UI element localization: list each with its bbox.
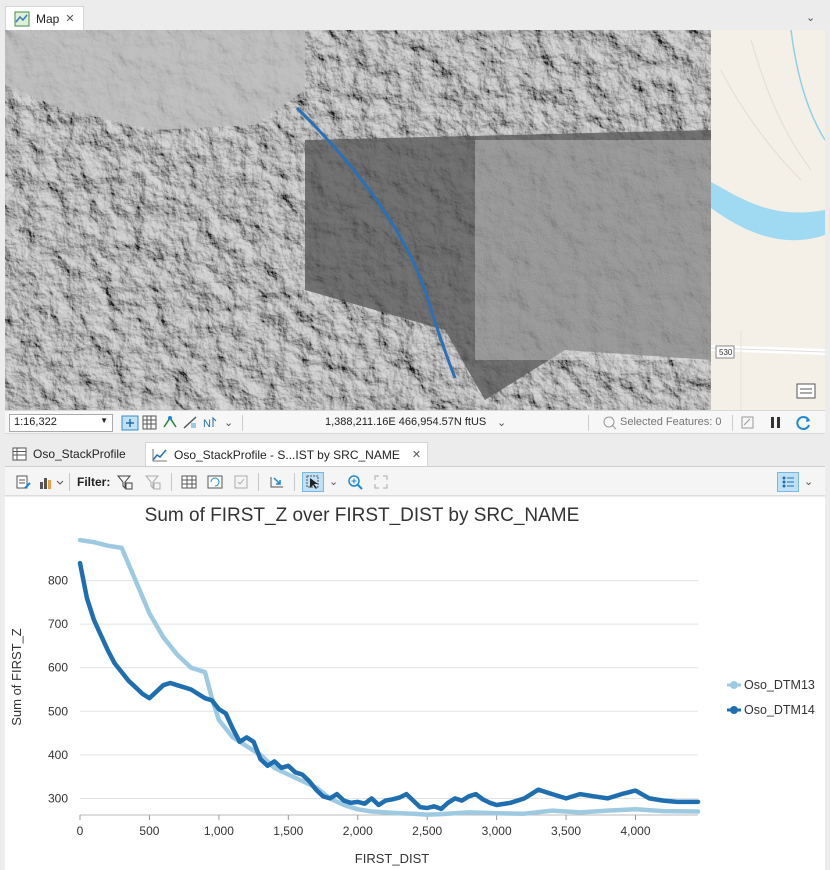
grid-icon[interactable] xyxy=(142,415,157,430)
y-tick-label: 500 xyxy=(48,704,68,718)
x-tick-label: 500 xyxy=(139,824,159,838)
chart-tab-bar: Oso_StackProfile Oso_StackProfile - S...… xyxy=(0,440,830,466)
map-view[interactable]: 530 xyxy=(5,30,825,410)
separator xyxy=(171,473,172,491)
switch-selection-icon[interactable] xyxy=(205,472,225,492)
separator xyxy=(294,473,295,491)
x-tick-label: 1,500 xyxy=(273,824,303,838)
y-tick-label: 700 xyxy=(48,617,68,631)
arcgis-window: Map ✕ ⌄ 530 1:16,322 ▼ N ⌄ 1,388,211.16E… xyxy=(0,0,830,870)
y-tick-label: 600 xyxy=(48,661,68,675)
x-tick-label: 2,500 xyxy=(412,824,442,838)
separator xyxy=(69,473,70,491)
scale-select[interactable]: 1:16,322 ▼ xyxy=(9,414,113,432)
north-arrow-icon[interactable]: N xyxy=(202,415,217,430)
chart-view[interactable]: Sum of FIRST_Z over FIRST_DIST by SRC_NA… xyxy=(5,497,825,870)
filter-by-selection-icon[interactable] xyxy=(143,472,163,492)
tab-map[interactable]: Map ✕ xyxy=(5,6,84,30)
fixed-zoom-in-icon[interactable] xyxy=(121,415,139,431)
chart-title: Sum of FIRST_Z over FIRST_DIST by SRC_NA… xyxy=(145,505,580,526)
road-shield-label: 530 xyxy=(719,348,733,357)
separator xyxy=(732,415,733,431)
legend-marker xyxy=(730,706,738,714)
tab-map-label: Map xyxy=(36,11,60,26)
svg-text:N: N xyxy=(203,418,211,430)
refresh-icon[interactable] xyxy=(795,415,810,430)
legend-marker xyxy=(730,681,738,689)
separator xyxy=(258,473,259,491)
y-tick-label: 800 xyxy=(48,574,68,588)
properties-icon[interactable] xyxy=(13,472,33,492)
chevron-down-icon[interactable]: ⌄ xyxy=(806,11,815,24)
constraints-icon[interactable] xyxy=(182,415,197,430)
y-axis-label: Sum of FIRST_Z xyxy=(9,628,24,726)
filter-by-extent-icon[interactable] xyxy=(115,472,135,492)
tab-chart-label: Oso_StackProfile - S...IST by SRC_NAME xyxy=(174,447,400,462)
map-tab-bar: Map ✕ ⌄ xyxy=(0,0,830,30)
x-axis-ticks: 0 500 1,000 1,500 2,000 2,500 3,000 3,500 4,000 xyxy=(77,815,651,838)
x-tick-label: 4,000 xyxy=(620,824,650,838)
x-axis-label: FIRST_DIST xyxy=(355,851,429,866)
series-line-oso_dtm13[interactable] xyxy=(77,537,701,817)
pause-icon[interactable] xyxy=(768,415,783,430)
line-chart-icon xyxy=(152,448,167,461)
select-tool-icon[interactable] xyxy=(302,472,324,492)
export-icon[interactable] xyxy=(267,472,287,492)
separator xyxy=(588,415,589,431)
selection-icon[interactable] xyxy=(602,415,617,430)
basemap-panel: 530 xyxy=(710,30,825,410)
tab-attribute-table[interactable]: Oso_StackProfile xyxy=(6,442,132,466)
map-status-bar: 1:16,322 ▼ N ⌄ 1,388,211.16E 466,954.57N… xyxy=(5,410,825,434)
map-icon xyxy=(14,11,30,26)
clear-selection-icon[interactable] xyxy=(231,472,251,492)
chart-toolbar: Filter: ⌄ ⌄ xyxy=(5,466,825,496)
line-chart[interactable]: Sum of FIRST_Z over FIRST_DIST by SRC_NA… xyxy=(5,497,825,870)
legend-label[interactable]: Oso_DTM14 xyxy=(744,703,815,717)
table-icon xyxy=(12,447,27,461)
x-tick-label: 3,500 xyxy=(551,824,581,838)
series-lines[interactable] xyxy=(77,537,701,817)
chevron-down-icon[interactable]: ⌄ xyxy=(329,475,338,488)
series-line-oso_dtm14[interactable] xyxy=(77,560,701,812)
x-tick-label: 2,000 xyxy=(343,824,373,838)
legend-label[interactable]: Oso_DTM13 xyxy=(744,678,815,692)
chevron-down-icon[interactable]: ⌄ xyxy=(804,475,813,488)
y-axis-ticks: 300 400 500 600 700 800 xyxy=(48,574,68,806)
selected-features-count[interactable]: Selected Features: 0 xyxy=(620,416,722,428)
chevron-down-icon: ▼ xyxy=(100,416,108,425)
separator xyxy=(242,415,243,431)
hillshade-image xyxy=(5,30,711,410)
gridlines xyxy=(80,580,698,816)
add-chart-icon[interactable] xyxy=(37,472,65,492)
scale-value: 1:16,322 xyxy=(14,416,57,428)
cursor-coordinates: 1,388,211.16E 466,954.57N ftUS xyxy=(325,416,487,428)
y-tick-label: 400 xyxy=(48,748,68,762)
legend-toggle-icon[interactable] xyxy=(777,472,799,492)
tab-chart[interactable]: Oso_StackProfile - S...IST by SRC_NAME ✕ xyxy=(145,442,429,466)
x-tick-label: 0 xyxy=(77,824,84,838)
zoom-in-icon[interactable] xyxy=(345,472,365,492)
chevron-down-icon[interactable]: ⌄ xyxy=(224,416,233,429)
tab-attribute-table-label: Oso_StackProfile xyxy=(33,447,126,461)
chevron-down-icon[interactable]: ⌄ xyxy=(497,416,506,429)
y-tick-label: 300 xyxy=(48,791,68,805)
x-tick-label: 3,000 xyxy=(482,824,512,838)
table-of-contents-icon[interactable] xyxy=(795,382,817,400)
x-tick-label: 1,000 xyxy=(204,824,234,838)
filter-label: Filter: xyxy=(77,475,111,489)
full-extent-icon[interactable] xyxy=(371,472,391,492)
snapping-icon[interactable] xyxy=(162,415,177,430)
show-table-icon[interactable] xyxy=(179,472,199,492)
close-icon[interactable]: ✕ xyxy=(65,12,74,25)
legend[interactable]: Oso_DTM13 Oso_DTM14 xyxy=(727,678,815,717)
refresh-map-icon[interactable] xyxy=(740,415,755,430)
close-icon[interactable]: ✕ xyxy=(412,448,421,461)
